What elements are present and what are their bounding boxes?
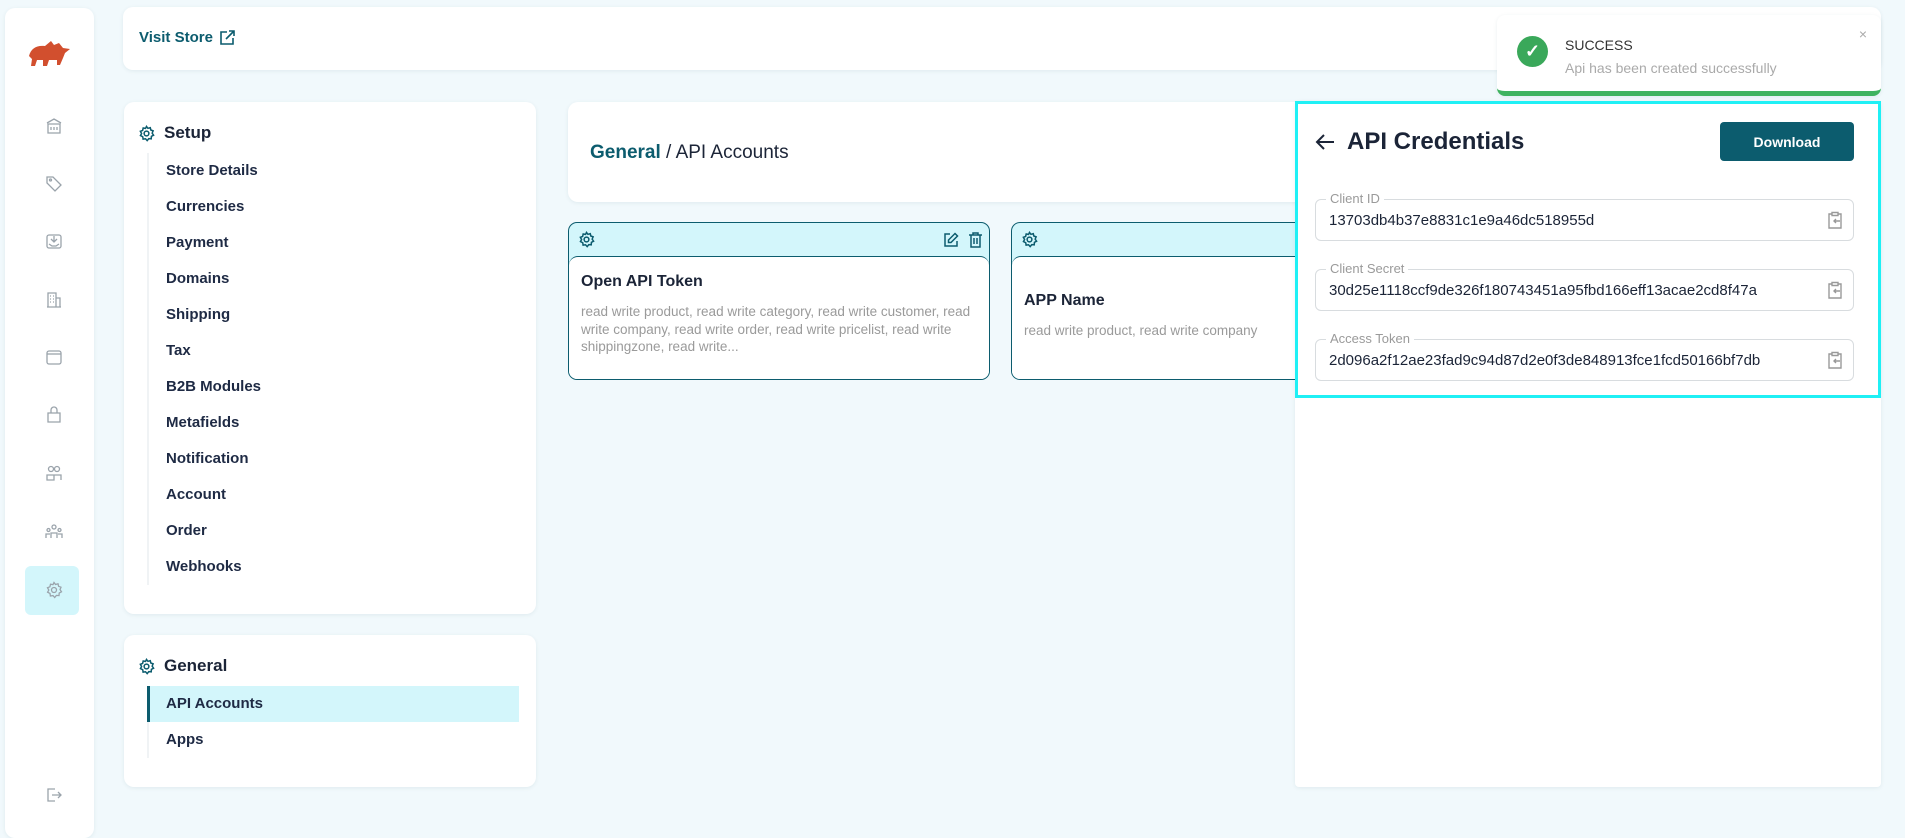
menu-item-tax[interactable]: Tax (149, 333, 519, 369)
general-title: General (164, 656, 228, 675)
gear-icon[interactable] (39, 575, 69, 605)
general-menu-card: General API Accounts Apps (124, 635, 536, 787)
api-account-permissions: read write product, read write company (1024, 323, 1258, 338)
menu-item-notification[interactable]: Notification (149, 441, 519, 477)
tag-icon[interactable] (39, 168, 69, 198)
api-account-name: APP Name (1024, 292, 1105, 309)
client-id-field[interactable]: Client ID 13703db4b37e8831c1e9a46dc518955… (1315, 191, 1854, 241)
toast-message: Api has been created successfully (1565, 60, 1777, 76)
success-toast: ✓ SUCCESS Api has been created successfu… (1497, 15, 1881, 96)
visit-store-link[interactable]: Visit Store (139, 29, 236, 46)
general-menu: API Accounts Apps (147, 686, 519, 758)
menu-item-apps[interactable]: Apps (149, 722, 519, 758)
rhino-logo (29, 41, 70, 66)
menu-item-webhooks[interactable]: Webhooks (149, 549, 519, 585)
breadcrumb: General / API Accounts (590, 142, 789, 164)
window-icon[interactable] (39, 342, 69, 372)
breadcrumb-parent[interactable]: General (590, 142, 661, 163)
panel-title: API Credentials (1347, 128, 1525, 155)
download-button[interactable]: Download (1720, 122, 1854, 161)
logout-icon[interactable] (39, 780, 69, 810)
setup-menu-card: Setup Store Details Currencies Payment D… (124, 102, 536, 614)
users-icon[interactable] (39, 458, 69, 488)
shopping-bag-icon[interactable] (39, 400, 69, 430)
menu-item-shipping[interactable]: Shipping (149, 297, 519, 333)
setup-header: Setup (138, 123, 211, 143)
api-account-card[interactable]: APP Name read write product, read write c… (1011, 222, 1341, 380)
menu-item-account[interactable]: Account (149, 477, 519, 513)
bank-icon[interactable] (39, 111, 69, 141)
gear-icon[interactable] (1021, 231, 1038, 248)
nav-rail (5, 8, 94, 838)
close-icon[interactable]: × (1859, 26, 1867, 42)
api-account-card[interactable]: Open API Token read write product, read w… (568, 222, 990, 380)
client-secret-field[interactable]: Client Secret 30d25e1118ccf9de326f1807434… (1315, 261, 1854, 311)
gear-icon (139, 124, 155, 142)
copy-icon[interactable] (1827, 211, 1843, 230)
toast-title: SUCCESS (1565, 37, 1633, 53)
field-value[interactable]: 2d096a2f12ae23fad9c94d87d2e0f3de848913fc… (1329, 352, 1819, 369)
setup-title: Setup (164, 123, 212, 142)
check-circle-icon: ✓ (1517, 36, 1548, 67)
menu-item-payment[interactable]: Payment (149, 225, 519, 261)
field-label: Access Token (1326, 331, 1414, 346)
menu-item-api-accounts[interactable]: API Accounts (147, 686, 519, 722)
api-account-permissions: read write product, read write category,… (581, 304, 971, 354)
gear-icon (139, 657, 155, 675)
inbox-download-icon[interactable] (39, 226, 69, 256)
visit-store-label: Visit Store (139, 29, 213, 46)
menu-item-domains[interactable]: Domains (149, 261, 519, 297)
field-value[interactable]: 13703db4b37e8831c1e9a46dc518955d (1329, 212, 1819, 229)
copy-icon[interactable] (1827, 281, 1843, 300)
trash-icon[interactable] (968, 231, 983, 248)
field-label: Client ID (1326, 191, 1384, 206)
menu-item-order[interactable]: Order (149, 513, 519, 549)
general-header: General (138, 656, 227, 676)
panel-header: API Credentials (1315, 128, 1524, 156)
copy-icon[interactable] (1827, 351, 1843, 370)
api-credentials-panel: API Credentials Download Client ID 13703d… (1295, 101, 1881, 787)
building-icon[interactable] (39, 285, 69, 315)
menu-item-currencies[interactable]: Currencies (149, 189, 519, 225)
field-value[interactable]: 30d25e1118ccf9de326f180743451a95fbd166ef… (1329, 282, 1819, 299)
menu-item-store-details[interactable]: Store Details (149, 153, 519, 189)
edit-icon[interactable] (943, 231, 959, 248)
menu-item-b2b-modules[interactable]: B2B Modules (149, 369, 519, 405)
breadcrumb-card: General / API Accounts (568, 102, 1328, 202)
setup-menu: Store Details Currencies Payment Domains… (147, 153, 519, 585)
api-account-name: Open API Token (581, 273, 703, 290)
external-link-icon (220, 30, 235, 45)
gear-icon[interactable] (578, 231, 595, 248)
access-token-field[interactable]: Access Token 2d096a2f12ae23fad9c94d87d2e0… (1315, 331, 1854, 381)
back-arrow-icon[interactable] (1315, 133, 1335, 151)
team-icon[interactable] (39, 517, 69, 547)
field-label: Client Secret (1326, 261, 1409, 276)
breadcrumb-separator: / (660, 142, 676, 163)
breadcrumb-current: API Accounts (675, 142, 789, 163)
menu-item-metafields[interactable]: Metafields (149, 405, 519, 441)
